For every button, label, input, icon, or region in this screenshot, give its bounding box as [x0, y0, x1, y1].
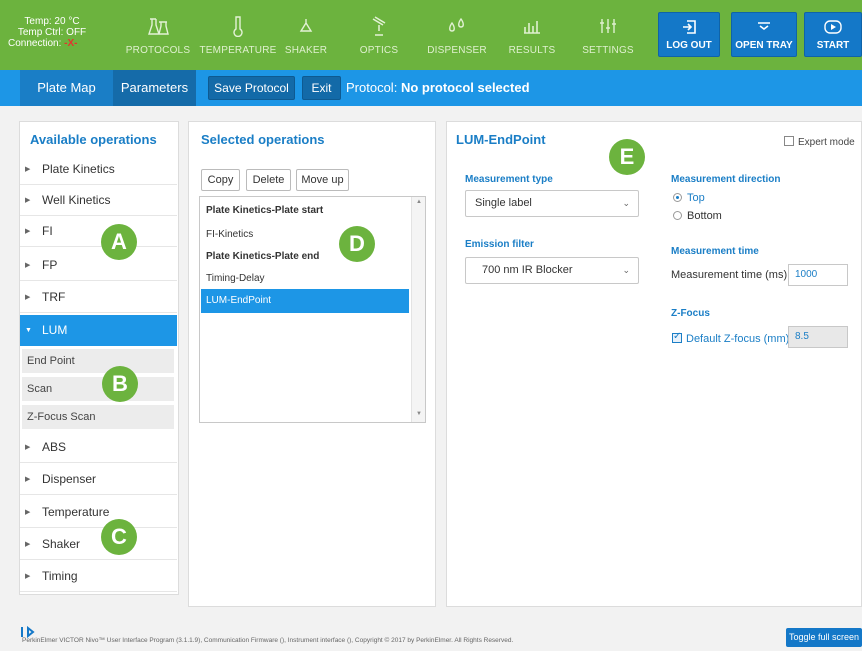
expand-arrow-icon: ▶	[25, 228, 31, 235]
operation-trf[interactable]: ▶ TRF	[20, 282, 177, 313]
connection-readout: Connection: -X-	[8, 38, 78, 49]
connection-status-icon: -X-	[64, 38, 78, 49]
start-button[interactable]: START	[804, 12, 862, 57]
callout-marker-e: E	[609, 139, 645, 175]
operation-well-kinetics[interactable]: ▶ Well Kinetics	[20, 185, 177, 216]
thermometer-icon	[198, 16, 278, 37]
save-protocol-button[interactable]: Save Protocol	[208, 76, 295, 100]
sliders-icon	[572, 16, 644, 36]
expand-arrow-icon: ▶	[25, 294, 31, 301]
nav-settings[interactable]: SETTINGS	[572, 0, 644, 70]
list-item[interactable]: FI-Kinetics	[201, 223, 409, 247]
list-item-selected[interactable]: LUM-EndPoint	[201, 289, 409, 313]
shaker-icon	[270, 16, 342, 36]
callout-marker-d: D	[339, 226, 375, 262]
measurement-type-select[interactable]: Single label ⌄	[465, 190, 639, 217]
expand-arrow-icon: ▶	[25, 197, 31, 204]
expert-mode-checkbox[interactable]	[784, 136, 794, 146]
expand-arrow-icon: ▶	[25, 444, 31, 451]
list-item[interactable]: Timing-Delay	[201, 267, 409, 291]
operation-lum[interactable]: ▼ LUM	[20, 315, 177, 346]
scroll-up-icon[interactable]: ▲	[412, 199, 426, 205]
logout-icon	[659, 19, 719, 35]
default-z-focus-checkbox[interactable]	[672, 331, 682, 343]
nav-protocols[interactable]: PROTOCOLS	[118, 0, 198, 70]
expand-arrow-icon: ▶	[25, 573, 31, 580]
z-focus-label: Z-Focus	[671, 308, 710, 319]
operation-fi[interactable]: ▶ FI	[20, 216, 177, 247]
nav-temperature[interactable]: TEMPERATURE	[198, 0, 278, 70]
logout-button[interactable]: LOG OUT	[658, 12, 720, 57]
tab-plate-map[interactable]: Plate Map	[20, 70, 113, 106]
radio-selected-icon	[673, 193, 682, 202]
sub-operation-end-point[interactable]: End Point	[22, 349, 174, 373]
operation-detail-title: LUM-EndPoint	[456, 132, 546, 147]
operation-plate-kinetics[interactable]: ▶ Plate Kinetics	[20, 154, 177, 185]
selected-operations-list[interactable]: Plate Kinetics-Plate start FI-Kinetics P…	[199, 196, 426, 423]
measurement-direction-label: Measurement direction	[671, 174, 781, 185]
scroll-down-icon[interactable]: ▼	[412, 411, 426, 417]
play-icon	[805, 19, 861, 35]
measurement-time-field-label: Measurement time (ms)	[671, 269, 788, 281]
available-operations-title: Available operations	[30, 132, 157, 147]
protocol-status: Protocol: No protocol selected	[346, 80, 530, 95]
optics-icon	[343, 16, 415, 36]
nav-results[interactable]: RESULTS	[496, 0, 568, 70]
toggle-full-screen-button[interactable]: Toggle full screen	[786, 628, 862, 647]
operation-shaker[interactable]: ▶ Shaker	[20, 529, 177, 560]
expand-arrow-icon: ▶	[25, 262, 31, 269]
operation-dispenser[interactable]: ▶ Dispenser	[20, 464, 177, 495]
list-item[interactable]: Plate Kinetics-Plate end	[201, 245, 409, 269]
open-tray-button[interactable]: OPEN TRAY	[731, 12, 797, 57]
expand-arrow-icon: ▶	[25, 166, 31, 173]
sub-operation-scan[interactable]: Scan	[22, 377, 174, 401]
measurement-time-input[interactable]: 1000	[788, 264, 848, 286]
callout-marker-a: A	[101, 224, 137, 260]
operation-fp[interactable]: ▶ FP	[20, 250, 177, 281]
z-focus-input: 8.5	[788, 326, 848, 348]
collapse-arrow-icon: ▼	[25, 327, 32, 334]
nav-dispenser[interactable]: DISPENSER	[418, 0, 496, 70]
expert-mode-label: Expert mode	[798, 137, 855, 148]
direction-bottom-radio[interactable]: Bottom	[671, 209, 722, 223]
callout-marker-b: B	[102, 366, 138, 402]
move-up-button[interactable]: Move up	[296, 169, 349, 191]
tab-parameters[interactable]: Parameters	[113, 70, 196, 106]
expand-arrow-icon: ▶	[25, 476, 31, 483]
chevron-down-icon: ⌄	[622, 265, 630, 275]
nav-shaker[interactable]: SHAKER	[270, 0, 342, 70]
exit-button[interactable]: Exit	[302, 76, 341, 100]
instrument-status: Temp: 20 °C Temp Ctrl: OFF Connection: -…	[6, 16, 98, 49]
operation-temperature[interactable]: ▶ Temperature	[20, 497, 177, 528]
tray-icon	[732, 19, 796, 35]
bar-chart-icon	[496, 16, 568, 36]
copy-button[interactable]: Copy	[201, 169, 240, 191]
default-z-focus-label: Default Z-focus (mm)	[686, 333, 790, 345]
chevron-down-icon: ⌄	[622, 198, 630, 208]
operation-abs[interactable]: ▶ ABS	[20, 432, 177, 463]
footer-copyright: PerkinElmer VICTOR Nivo™ User Interface …	[22, 637, 514, 644]
callout-marker-c: C	[101, 519, 137, 555]
emission-filter-select[interactable]: 700 nm IR Blocker ⌄	[465, 257, 639, 284]
expand-arrow-icon: ▶	[25, 541, 31, 548]
expand-arrow-icon: ▶	[25, 509, 31, 516]
emission-filter-label: Emission filter	[465, 239, 534, 250]
selected-operations-title: Selected operations	[201, 132, 325, 147]
nav-optics[interactable]: OPTICS	[343, 0, 415, 70]
sub-operation-z-focus-scan[interactable]: Z-Focus Scan	[22, 405, 174, 429]
measurement-type-label: Measurement type	[465, 174, 553, 185]
direction-top-radio[interactable]: Top	[671, 191, 705, 205]
list-item[interactable]: Plate Kinetics-Plate start	[201, 199, 409, 223]
radio-empty-icon	[673, 211, 682, 220]
temp-ctrl-readout: Temp Ctrl: OFF	[17, 27, 87, 38]
temperature-readout: Temp: 20 °C	[24, 16, 80, 27]
flask-icon	[118, 16, 198, 36]
list-scrollbar[interactable]: ▲ ▼	[411, 197, 425, 422]
delete-button[interactable]: Delete	[246, 169, 291, 191]
measurement-time-label: Measurement time	[671, 246, 759, 257]
drops-icon	[418, 16, 496, 36]
operation-timing[interactable]: ▶ Timing	[20, 561, 177, 592]
